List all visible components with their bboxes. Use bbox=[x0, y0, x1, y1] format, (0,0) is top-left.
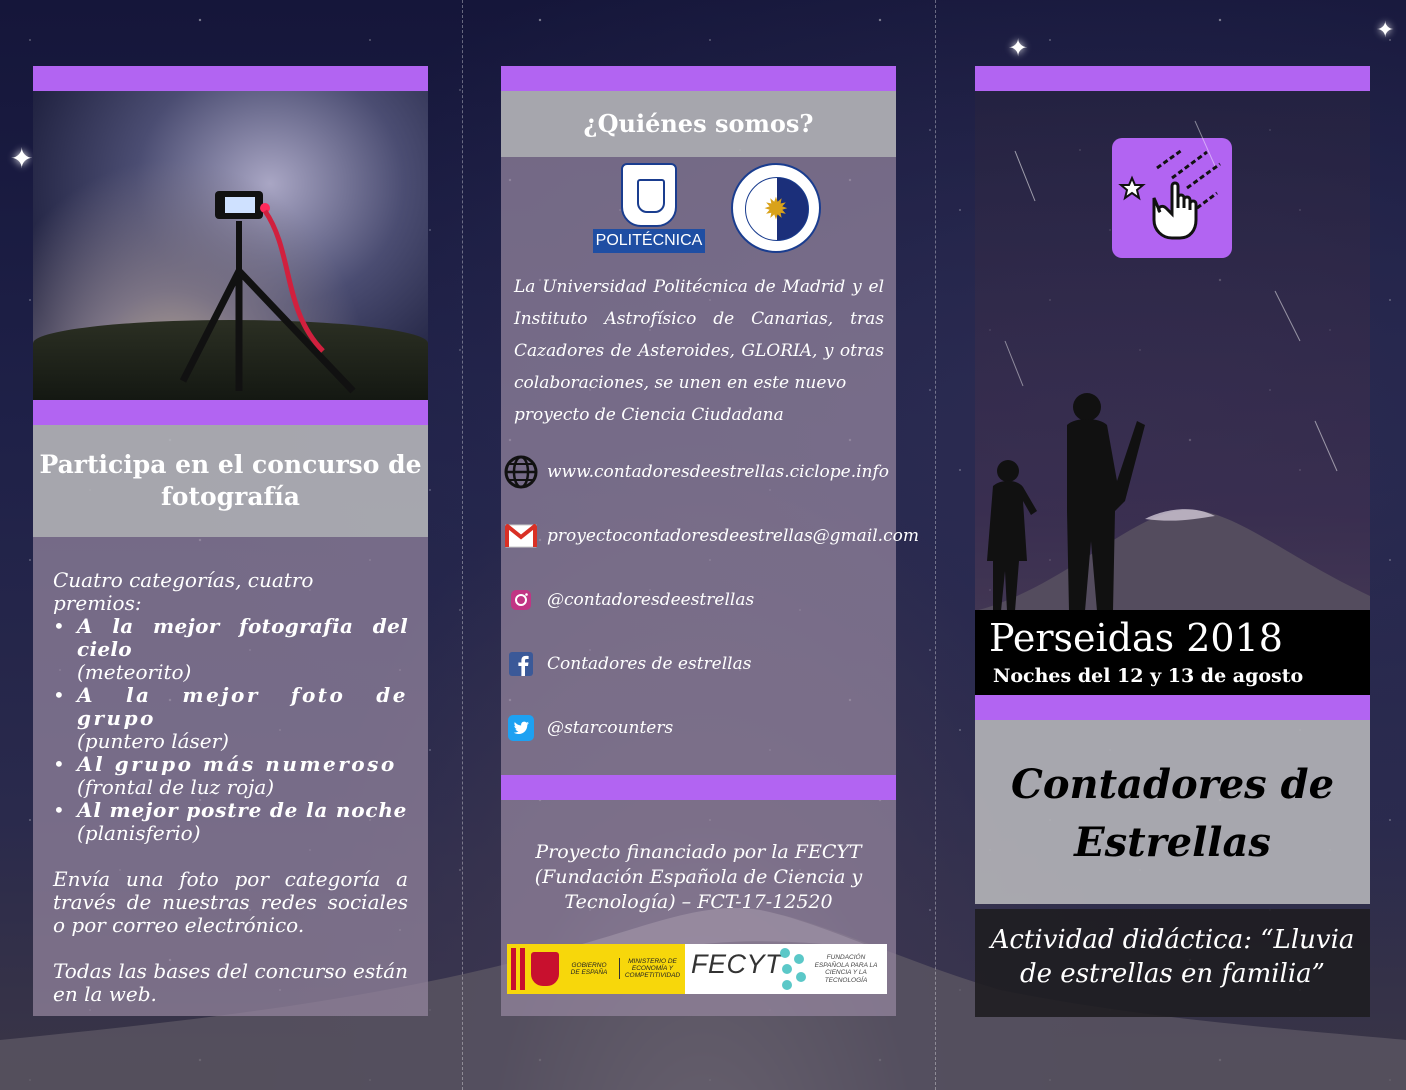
upm-crest-icon bbox=[621, 163, 677, 227]
email-link[interactable]: proyectocontadoresdeestrellas@gmail.com bbox=[503, 518, 919, 554]
instagram-link[interactable]: @contadoresdeestrellas bbox=[503, 582, 896, 618]
institution-logos: POLITÉCNICA bbox=[513, 157, 884, 265]
instagram-text: @contadoresdeestrellas bbox=[547, 590, 755, 610]
facebook-icon bbox=[503, 646, 539, 682]
send-instructions: Envía una foto por categoría a través de… bbox=[53, 867, 408, 937]
prize-title: Al grupo más numeroso bbox=[77, 752, 397, 776]
prize-title: Al mejor postre de la noche bbox=[77, 798, 408, 822]
prize-list: A la mejor fotografia del cielo(meteorit… bbox=[53, 615, 408, 845]
activity-subtitle: Actividad didáctica: “Lluvia de estrella… bbox=[975, 909, 1370, 1017]
purple-bar bbox=[33, 400, 428, 425]
fold-line-left bbox=[462, 0, 463, 1090]
purple-bar bbox=[975, 66, 1370, 91]
star-sparkle-icon: ✦ bbox=[1008, 34, 1029, 62]
twitter-icon bbox=[503, 710, 539, 746]
ministry-text: MINISTERIO DE ECONOMÍA Y COMPETITIVIDAD bbox=[619, 958, 681, 979]
funding-section: Proyecto financiado por la FECYT (Fundac… bbox=[501, 800, 896, 1016]
event-dates: Noches del 12 y 13 de agosto bbox=[993, 665, 1304, 687]
funding-text: Proyecto financiado por la FECYT (Fundac… bbox=[534, 841, 863, 913]
coat-of-arms-icon bbox=[531, 952, 559, 986]
email-text: proyectocontadoresdeestrellas@gmail.com bbox=[547, 526, 919, 546]
iac-logo bbox=[731, 163, 821, 253]
contest-body: Cuatro categorías, cuatro premios: A la … bbox=[33, 537, 428, 1016]
title-line-1: Contadores de bbox=[1010, 761, 1335, 808]
fecyt-dots-icon bbox=[780, 948, 806, 990]
purple-bar bbox=[501, 775, 896, 800]
camera-tripod-photo bbox=[33, 91, 428, 400]
facebook-text: Contadores de estrellas bbox=[547, 654, 752, 674]
star-sparkle-icon: ✦ bbox=[10, 142, 34, 175]
contest-heading: Participa en el concurso de fotografía bbox=[33, 425, 428, 537]
brochure-title: Contadores de Estrellas bbox=[975, 720, 1370, 904]
star-sparkle-icon: ✦ bbox=[1376, 18, 1395, 43]
website-link[interactable]: www.contadoresdeestrellas.ciclope.info bbox=[503, 454, 896, 490]
about-panel: ¿Quiénes somos? POLITÉCNICA La Universid… bbox=[501, 66, 919, 1016]
upm-logo-label: POLITÉCNICA bbox=[593, 229, 705, 253]
purple-bar bbox=[501, 66, 896, 91]
prize-title: A la mejor foto de grupo bbox=[77, 683, 408, 730]
purple-bar bbox=[975, 695, 1370, 720]
fecyt-subtitle: FUNDACIÓN ESPAÑOLA PARA LA CIENCIA Y LA … bbox=[814, 954, 878, 984]
list-item: A la mejor fotografia del cielo(meteorit… bbox=[53, 615, 408, 684]
fecyt-logo: FECYT FUNDACIÓN ESPAÑOLA PARA LA CIENCIA… bbox=[685, 944, 887, 994]
upm-logo: POLITÉCNICA bbox=[593, 163, 705, 253]
about-last-line: proyecto de Ciencia Ciudadana bbox=[514, 405, 784, 425]
instagram-icon bbox=[503, 582, 539, 618]
contest-rules-note: Todas las bases del concurso están en la… bbox=[53, 959, 408, 1006]
sponsor-logos: GOBIERNO DE ESPAÑA MINISTERIO DE ECONOMÍ… bbox=[507, 944, 887, 994]
prize-reward: (meteorito) bbox=[77, 660, 192, 684]
event-title: Perseidas 2018 bbox=[989, 616, 1283, 660]
government-text: GOBIERNO DE ESPAÑA bbox=[570, 962, 608, 976]
prize-reward: (frontal de luz roja) bbox=[77, 775, 275, 799]
globe-icon bbox=[503, 454, 539, 490]
list-item: Al mejor postre de la noche(planisferio) bbox=[53, 799, 408, 845]
about-text: La Universidad Politécnica de Madrid y e… bbox=[513, 265, 884, 431]
tripod-illustration bbox=[179, 191, 356, 394]
twitter-link[interactable]: @starcounters bbox=[503, 710, 896, 746]
cover-night-photo: Perseidas 2018 Noches del 12 y 13 de ago… bbox=[975, 91, 1370, 695]
title-line-2: Estrellas bbox=[1074, 819, 1271, 866]
contest-intro: Cuatro categorías, cuatro premios: bbox=[53, 568, 314, 615]
about-body: POLITÉCNICA La Universidad Politécnica d… bbox=[501, 157, 919, 775]
cover-panel: Perseidas 2018 Noches del 12 y 13 de ago… bbox=[975, 66, 1370, 1017]
meteor-streaks bbox=[975, 120, 1370, 695]
list-item: Al grupo más numeroso(frontal de luz roj… bbox=[53, 753, 408, 799]
fecyt-wordmark: FECYT bbox=[691, 949, 783, 979]
purple-bar bbox=[33, 66, 428, 91]
fold-line-right bbox=[935, 0, 936, 1090]
prize-reward: (puntero láser) bbox=[77, 729, 229, 753]
gmail-icon bbox=[503, 518, 539, 554]
about-heading: ¿Quiénes somos? bbox=[501, 91, 896, 157]
facebook-link[interactable]: Contadores de estrellas bbox=[503, 646, 896, 682]
government-logo: GOBIERNO DE ESPAÑA MINISTERIO DE ECONOMÍ… bbox=[507, 944, 685, 994]
list-item: A la mejor foto de grupo(puntero láser) bbox=[53, 684, 408, 753]
website-text: www.contadoresdeestrellas.ciclope.info bbox=[547, 462, 890, 482]
twitter-text: @starcounters bbox=[547, 718, 674, 738]
contest-panel: Participa en el concurso de fotografía C… bbox=[33, 66, 428, 1016]
prize-title: A la mejor fotografia del cielo bbox=[77, 614, 408, 661]
prize-reward: (planisferio) bbox=[77, 821, 201, 845]
spain-flag-icon bbox=[511, 948, 525, 990]
about-paragraph: La Universidad Politécnica de Madrid y e… bbox=[514, 277, 884, 393]
